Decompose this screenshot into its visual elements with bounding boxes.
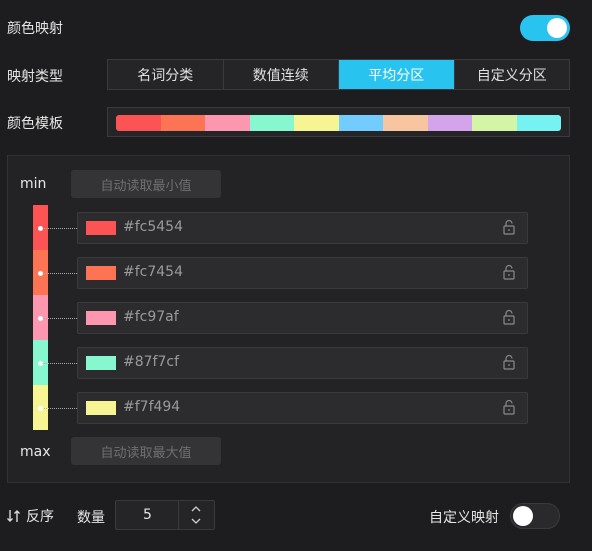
palette-swatch: [294, 115, 339, 131]
stop-handle[interactable]: [38, 406, 43, 411]
palette-swatch: [205, 115, 250, 131]
reverse-label: 反序: [26, 509, 54, 525]
color-template-select[interactable]: [107, 107, 570, 137]
color-hex-value[interactable]: #87f7cf: [123, 354, 179, 370]
count-label: 数量: [77, 510, 105, 526]
custom-mapping-label: 自定义映射: [429, 510, 499, 526]
color-template-palette: [116, 115, 561, 131]
color-hex-value[interactable]: #fc5454: [123, 219, 183, 235]
reverse-button[interactable]: 反序: [6, 506, 54, 526]
stop-handle[interactable]: [38, 271, 43, 276]
color-stop-row[interactable]: #fc7454: [77, 257, 528, 289]
color-template-label: 颜色模板: [7, 116, 63, 132]
palette-swatch: [160, 115, 205, 131]
unlock-icon[interactable]: [501, 219, 517, 235]
palette-swatch: [383, 115, 428, 131]
palette-swatch: [116, 115, 161, 131]
color-swatch[interactable]: [86, 266, 116, 280]
unlock-icon[interactable]: [501, 354, 517, 370]
palette-swatch: [249, 115, 294, 131]
unlock-icon[interactable]: [501, 399, 517, 415]
color-swatch[interactable]: [86, 356, 116, 370]
auto-read-max-button[interactable]: 自动读取最大值: [71, 437, 221, 465]
toggle-knob: [513, 506, 533, 526]
color-swatch[interactable]: [86, 311, 116, 325]
toggle-knob: [547, 18, 567, 38]
count-value: 5: [143, 507, 152, 523]
palette-swatch: [427, 115, 472, 131]
stop-connector: [44, 408, 77, 409]
color-mapping-toggle[interactable]: [520, 15, 570, 41]
mapping-type-label: 映射类型: [7, 69, 63, 85]
stop-handle[interactable]: [38, 361, 43, 366]
color-hex-value[interactable]: #f7f494: [123, 399, 180, 415]
stop-connector: [44, 228, 77, 229]
increment-icon[interactable]: [190, 504, 202, 514]
color-mapping-label: 颜色映射: [7, 21, 63, 37]
color-stop-row[interactable]: #fc97af: [77, 302, 528, 334]
max-label: max: [20, 444, 51, 460]
mapping-type-option-average[interactable]: 平均分区: [339, 60, 455, 89]
mapping-type-segmented: 名词分类 数值连续 平均分区 自定义分区: [107, 59, 570, 90]
color-stop-row[interactable]: #87f7cf: [77, 347, 528, 379]
unlock-icon[interactable]: [501, 264, 517, 280]
color-stop-row[interactable]: #fc5454: [77, 212, 528, 244]
auto-read-min-button[interactable]: 自动读取最小值: [71, 170, 221, 198]
count-stepper[interactable]: 5: [115, 500, 215, 530]
palette-swatch: [516, 115, 561, 131]
stop-connector: [44, 363, 77, 364]
unlock-icon[interactable]: [501, 309, 517, 325]
color-hex-value[interactable]: #fc7454: [123, 264, 183, 280]
palette-swatch: [472, 115, 517, 131]
decrement-icon[interactable]: [190, 516, 202, 526]
reverse-icon: [7, 510, 20, 522]
stop-connector: [44, 273, 77, 274]
mapping-type-option-continuous[interactable]: 数值连续: [224, 60, 339, 89]
min-label: min: [20, 176, 47, 192]
stop-handle[interactable]: [38, 226, 43, 231]
palette-swatch: [338, 115, 383, 131]
color-stop-row[interactable]: #f7f494: [77, 392, 528, 424]
stop-handle[interactable]: [38, 316, 43, 321]
stop-connector: [44, 318, 77, 319]
color-swatch[interactable]: [86, 221, 116, 235]
color-swatch[interactable]: [86, 401, 116, 415]
color-hex-value[interactable]: #fc97af: [123, 309, 179, 325]
mapping-type-option-noun[interactable]: 名词分类: [108, 60, 224, 89]
mapping-type-option-custom[interactable]: 自定义分区: [455, 60, 570, 89]
custom-mapping-toggle[interactable]: [510, 503, 560, 529]
